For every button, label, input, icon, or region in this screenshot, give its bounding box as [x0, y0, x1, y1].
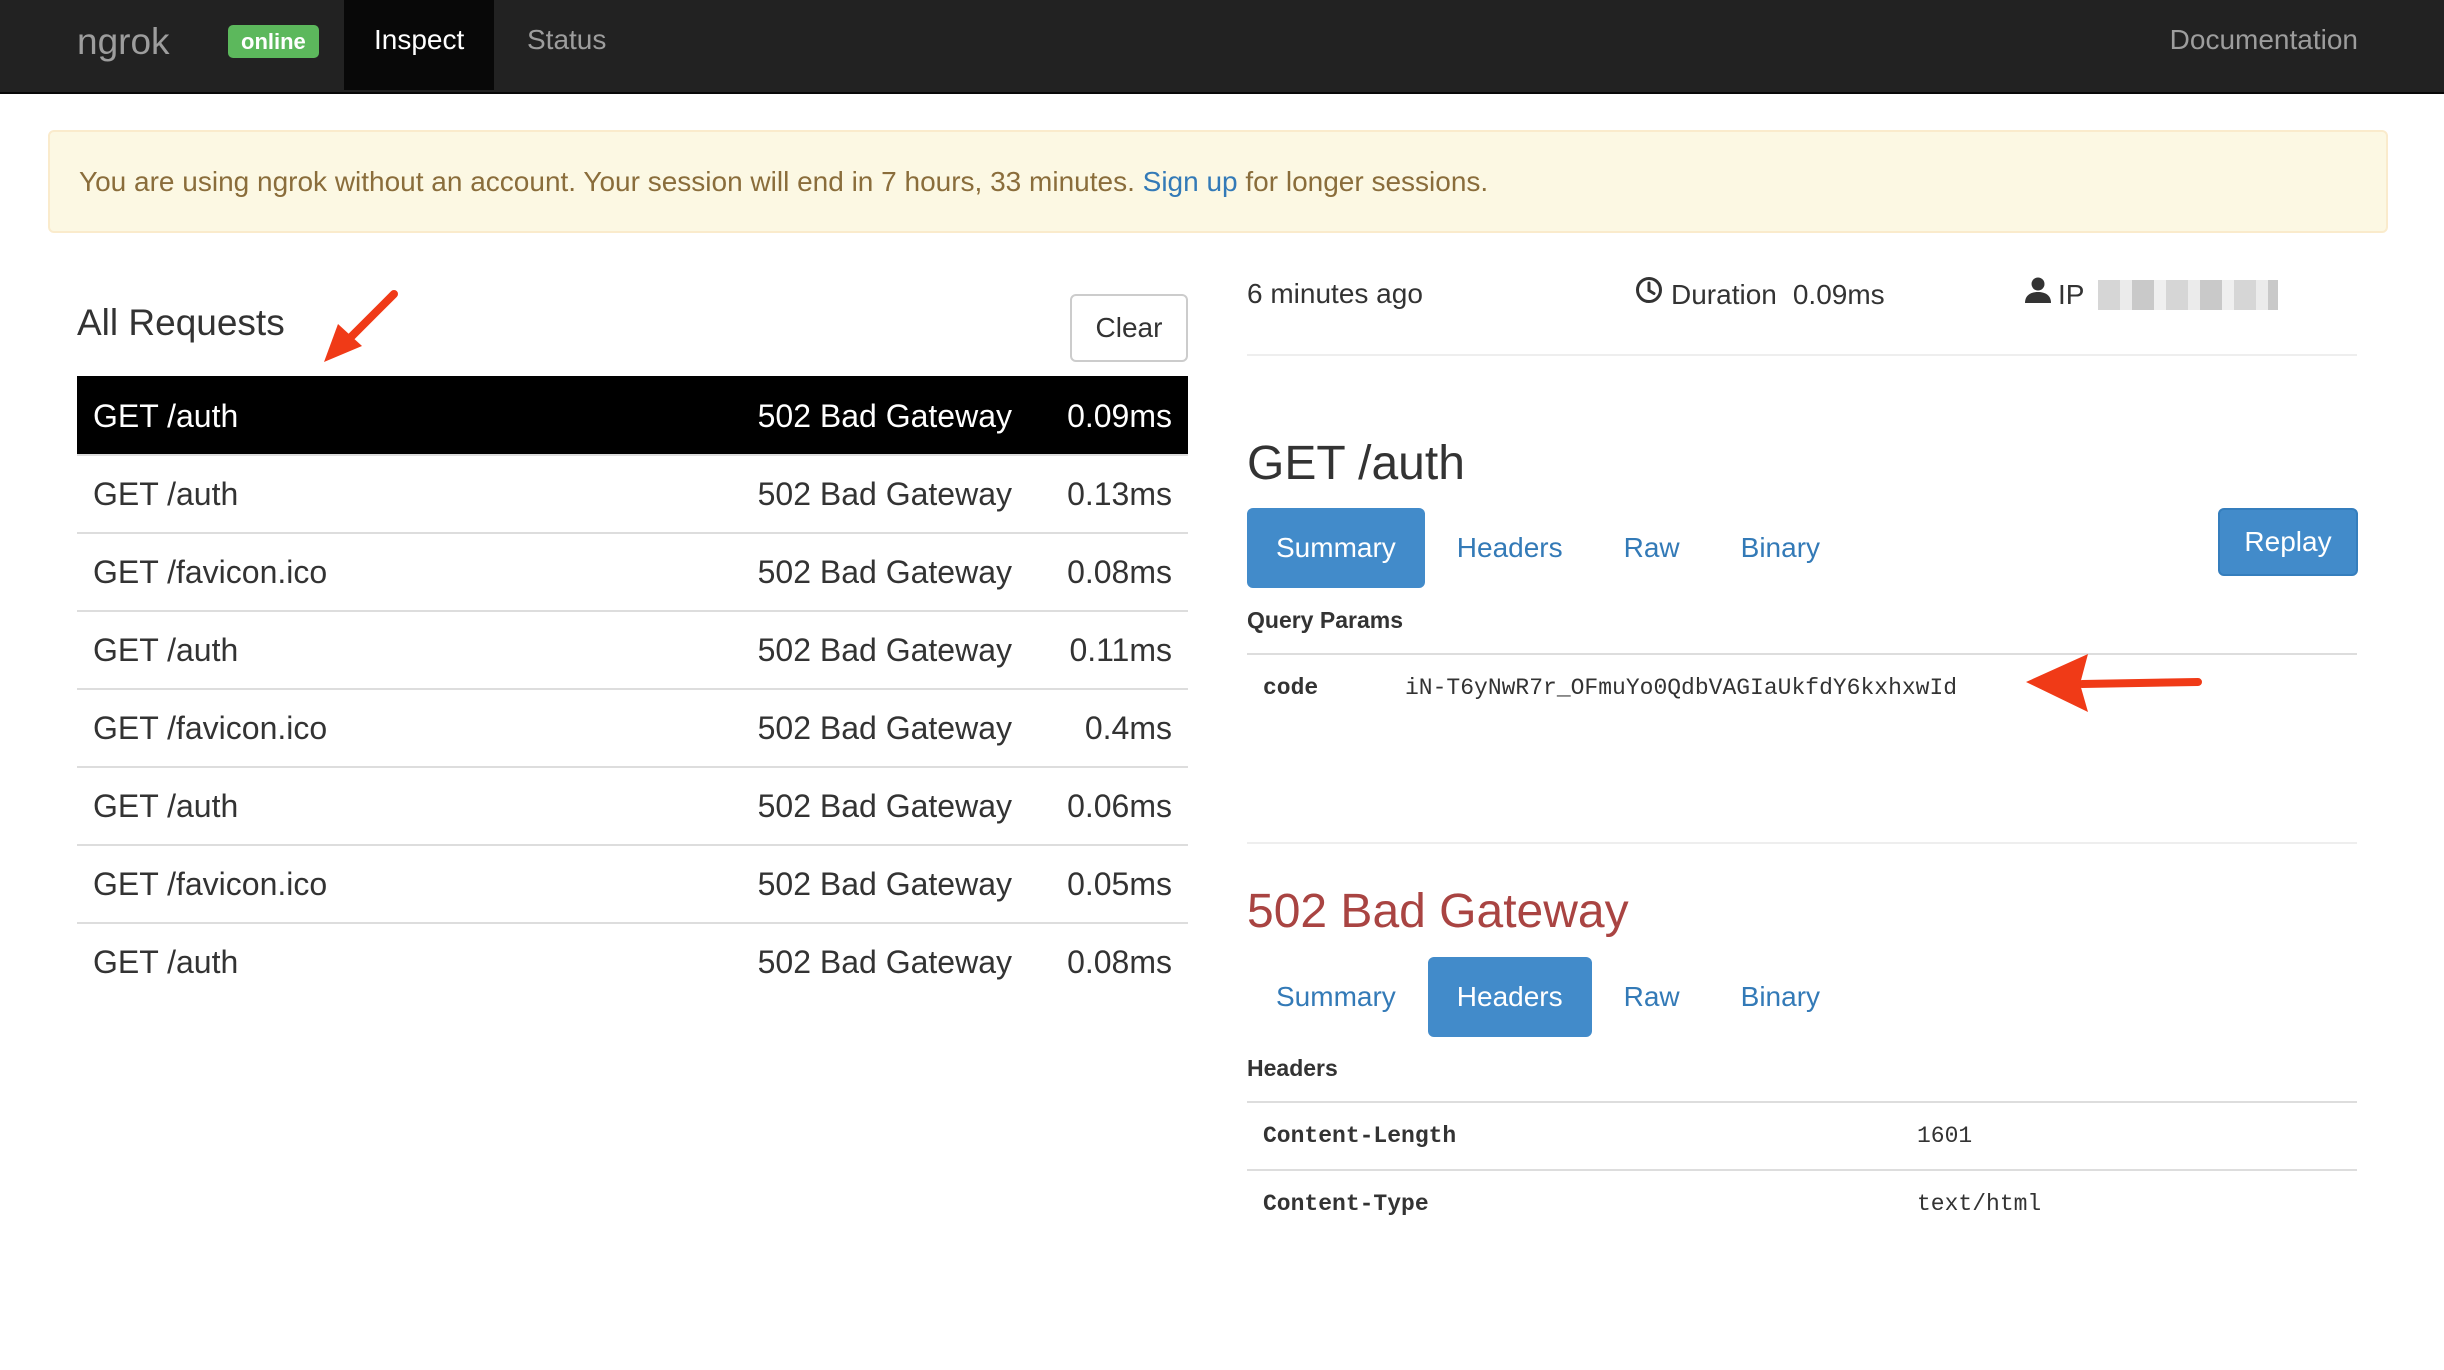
request-status: 502 Bad Gateway [757, 944, 1012, 980]
request-status: 502 Bad Gateway [757, 866, 1012, 902]
tab-inspect[interactable]: Inspect [344, 0, 495, 90]
header-value: text/html [1917, 1191, 2042, 1217]
user-icon [2024, 276, 2052, 313]
response-tab-summary[interactable]: Summary [1247, 957, 1425, 1037]
alert-text-end: for longer sessions. [1237, 166, 1489, 197]
header-row: Content-Type text/html [1247, 1169, 2357, 1237]
sign-up-link[interactable]: Sign up [1143, 166, 1238, 197]
header-value: 1601 [1917, 1123, 1973, 1149]
request-duration: 0.05ms [1067, 866, 1172, 902]
clear-button[interactable]: Clear [1070, 294, 1188, 362]
request-tab-raw[interactable]: Raw [1595, 508, 1709, 588]
request-tab-headers[interactable]: Headers [1428, 508, 1592, 588]
request-time-ago: 6 minutes ago [1247, 278, 1423, 309]
request-row[interactable]: GET /favicon.ico 502 Bad Gateway 0.05ms [77, 844, 1188, 922]
response-tabs: Summary Headers Raw Binary [1247, 957, 1852, 1037]
request-duration-meta: Duration 0.09ms [1635, 276, 1885, 313]
request-path: GET /favicon.ico [93, 866, 328, 902]
all-requests-title: All Requests [77, 302, 285, 343]
response-heading: 502 Bad Gateway [1247, 885, 1629, 938]
tab-status[interactable]: Status [497, 0, 636, 90]
request-heading: GET /auth [1247, 437, 1465, 490]
session-alert: You are using ngrok without an account. … [48, 130, 2388, 233]
query-params-label: Query Params [1247, 607, 1403, 633]
clock-icon [1635, 276, 1663, 313]
request-duration: 0.06ms [1067, 788, 1172, 824]
brand-logo[interactable]: ngrok [77, 20, 170, 64]
request-path: GET /favicon.ico [93, 554, 328, 590]
request-row[interactable]: GET /auth 502 Bad Gateway 0.13ms [77, 454, 1188, 532]
response-tab-raw[interactable]: Raw [1595, 957, 1709, 1037]
header-key: Content-Length [1263, 1123, 1457, 1149]
annotation-arrow-icon [2026, 654, 2202, 712]
request-path: GET /auth [93, 476, 239, 512]
request-status: 502 Bad Gateway [757, 632, 1012, 668]
request-tab-binary[interactable]: Binary [1712, 508, 1849, 588]
request-duration: 0.11ms [1069, 632, 1172, 668]
request-path: GET /auth [93, 398, 239, 434]
request-status: 502 Bad Gateway [757, 710, 1012, 746]
ip-label: IP [2058, 278, 2085, 310]
request-duration: 0.09ms [1067, 398, 1172, 434]
requests-table: GET /auth 502 Bad Gateway 0.09ms GET /au… [77, 376, 1188, 1000]
request-row[interactable]: GET /auth 502 Bad Gateway 0.09ms [77, 376, 1188, 454]
divider [1247, 842, 2357, 844]
duration-value: 0.09ms [1792, 278, 1885, 310]
request-row[interactable]: GET /auth 502 Bad Gateway 0.06ms [77, 766, 1188, 844]
duration-label: Duration [1671, 278, 1777, 310]
request-duration: 0.13ms [1067, 476, 1172, 512]
request-path: GET /auth [93, 944, 239, 980]
response-headers-label: Headers [1247, 1055, 1338, 1081]
top-navbar: ngrok online Inspect Status Documentatio… [0, 0, 2444, 94]
redacted-ip [2098, 279, 2279, 310]
request-tabs: Summary Headers Raw Binary [1247, 508, 1852, 588]
request-tab-summary[interactable]: Summary [1247, 508, 1425, 588]
response-tab-headers[interactable]: Headers [1427, 957, 1592, 1037]
client-ip-meta: IP [2024, 276, 2279, 313]
header-row: Content-Length 1601 [1247, 1101, 2357, 1169]
documentation-link[interactable]: Documentation [2170, 0, 2358, 80]
request-status: 502 Bad Gateway [757, 788, 1012, 824]
request-path: GET /auth [93, 632, 239, 668]
status-badge: online [228, 25, 319, 58]
request-row[interactable]: GET /auth 502 Bad Gateway 0.08ms [77, 922, 1188, 1000]
header-key: Content-Type [1263, 1191, 1429, 1217]
request-status: 502 Bad Gateway [757, 476, 1012, 512]
request-status: 502 Bad Gateway [757, 554, 1012, 590]
request-status: 502 Bad Gateway [757, 398, 1012, 434]
param-value: iN-T6yNwR7r_OFmuYo0QdbVAGIaUkfdY6kxhxwId [1405, 675, 1958, 701]
request-path: GET /auth [93, 788, 239, 824]
request-row[interactable]: GET /favicon.ico 502 Bad Gateway 0.4ms [77, 688, 1188, 766]
response-headers-table: Content-Length 1601 Content-Type text/ht… [1247, 1101, 2357, 1237]
request-duration: 0.08ms [1067, 944, 1172, 980]
divider [1247, 354, 2357, 356]
alert-text: You are using ngrok without an account. … [79, 166, 1143, 197]
param-key: code [1263, 675, 1319, 701]
request-path: GET /favicon.ico [93, 710, 328, 746]
request-duration: 0.4ms [1084, 710, 1172, 746]
request-duration: 0.08ms [1067, 554, 1172, 590]
replay-button[interactable]: Replay [2218, 508, 2358, 576]
request-row[interactable]: GET /auth 502 Bad Gateway 0.11ms [77, 610, 1188, 688]
response-tab-binary[interactable]: Binary [1712, 957, 1849, 1037]
request-row[interactable]: GET /favicon.ico 502 Bad Gateway 0.08ms [77, 532, 1188, 610]
annotation-arrow-icon [324, 290, 398, 362]
